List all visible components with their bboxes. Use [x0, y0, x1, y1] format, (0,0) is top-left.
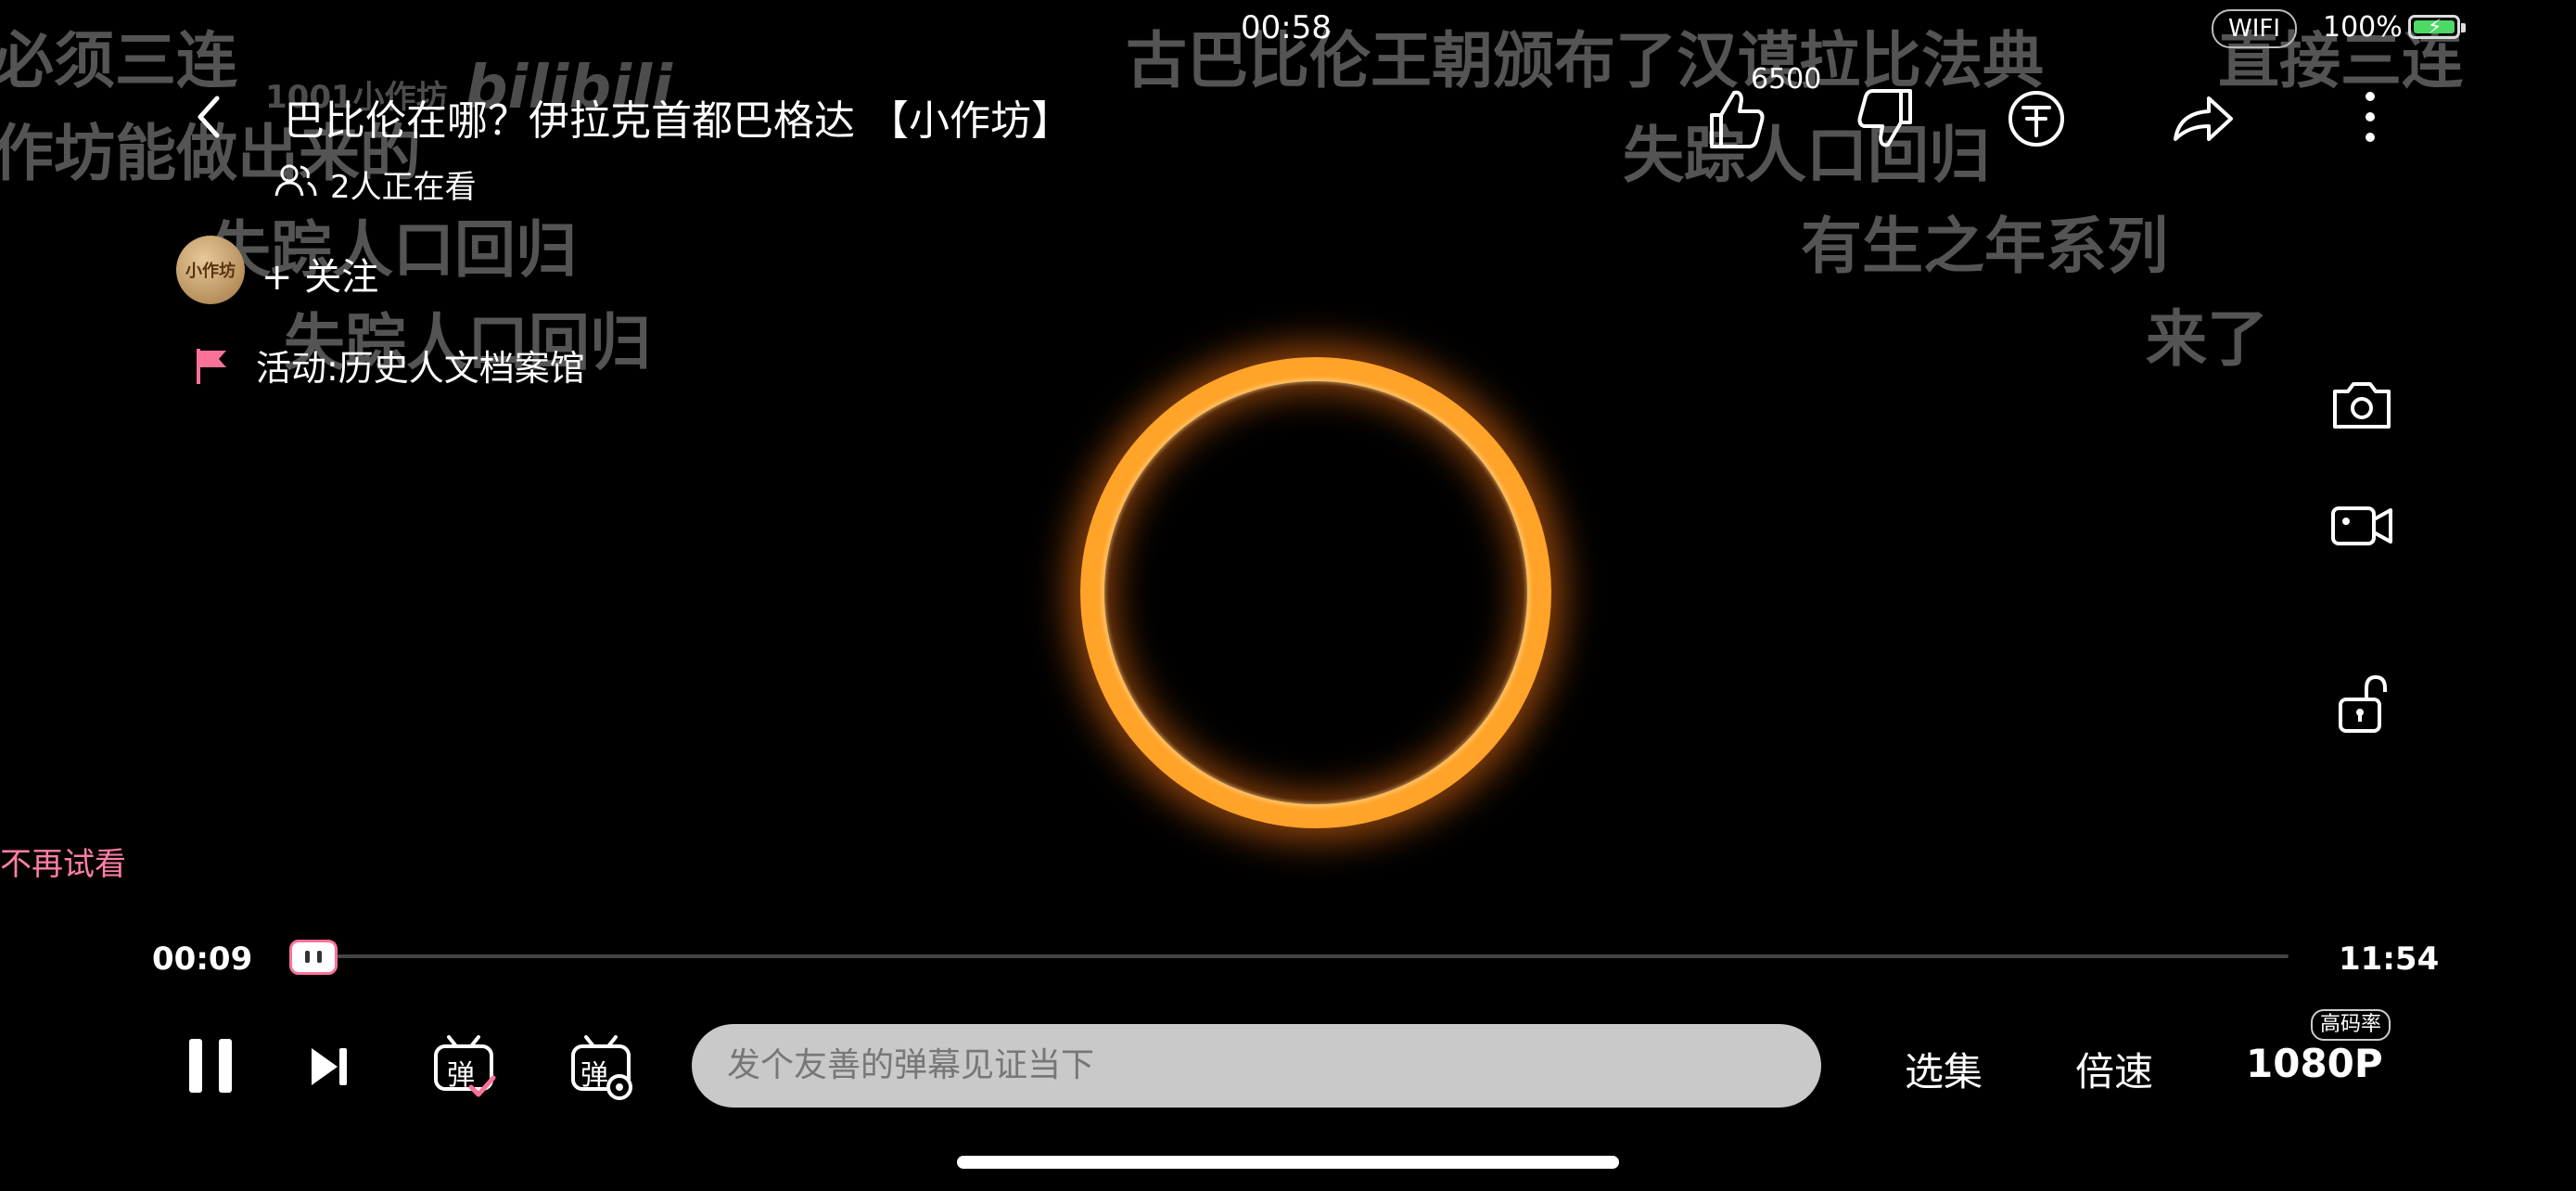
viewers-icon [274, 164, 317, 197]
back-icon[interactable] [182, 89, 237, 145]
danmaku-comment: 来了 [2146, 303, 2268, 375]
coin-icon[interactable] [1999, 82, 2073, 156]
trial-notice[interactable]: 不再试看 [0, 839, 126, 884]
progress-bar[interactable] [291, 954, 2289, 958]
danmaku-toggle-icon[interactable]: 弹 [430, 1033, 497, 1100]
danmaku-input[interactable]: 发个友善的弹幕见证当下 [692, 1024, 1821, 1108]
battery-percent: 100% [2323, 11, 2403, 44]
charging-bolt-icon: ⚡ [2428, 16, 2442, 39]
camera-icon[interactable] [2329, 373, 2394, 438]
more-icon[interactable] [2333, 82, 2407, 156]
eclipse-ring-inner-glow [1102, 378, 1530, 807]
viewer-count: 2人正在看 [330, 169, 477, 206]
danmaku-settings-glyph: 弹 [580, 1059, 608, 1092]
battery-nub [2461, 23, 2466, 32]
progress-thumb[interactable] [289, 940, 338, 975]
battery-icon: ⚡ [2408, 15, 2466, 39]
like-count: 6500 [1751, 63, 1822, 96]
follow-button[interactable]: + 关注 [261, 247, 378, 301]
episodes-button[interactable]: 选集 [1905, 1041, 1983, 1097]
pause-icon[interactable] [182, 1033, 239, 1098]
dislike-icon[interactable] [1849, 82, 1923, 156]
danmaku-comment: 失踪人口回归 [1623, 120, 1990, 191]
flag-icon [197, 349, 226, 384]
video-title: 巴比伦在哪？伊拉克首都巴格达 【小作坊】 [284, 97, 1072, 145]
total-time: 11:54 [2339, 941, 2440, 978]
record-icon[interactable] [2329, 493, 2394, 558]
danmaku-toggle-glyph: 弹 [447, 1059, 475, 1092]
quality-badge: 高码率 [2311, 1009, 2391, 1041]
share-icon[interactable] [2166, 82, 2240, 156]
speed-button[interactable]: 倍速 [2075, 1041, 2153, 1097]
network-indicator: WIFI [2212, 9, 2297, 48]
unlock-icon[interactable] [2329, 672, 2394, 736]
status-time: 00:58 [1241, 9, 1332, 46]
uploader-avatar[interactable]: 小作坊 [176, 236, 245, 304]
next-icon[interactable] [306, 1041, 352, 1093]
quality-button[interactable]: 1080P [2246, 1041, 2383, 1086]
danmaku-comment: 有生之年系列 [1801, 211, 2168, 282]
current-time: 00:09 [152, 941, 253, 978]
danmaku-comment: 必须三连 [0, 25, 237, 96]
danmaku-settings-icon[interactable]: 弹 [567, 1033, 634, 1100]
home-indicator[interactable] [957, 1156, 1619, 1169]
activity-link[interactable]: 活动:历史人文档案馆 [256, 339, 585, 391]
